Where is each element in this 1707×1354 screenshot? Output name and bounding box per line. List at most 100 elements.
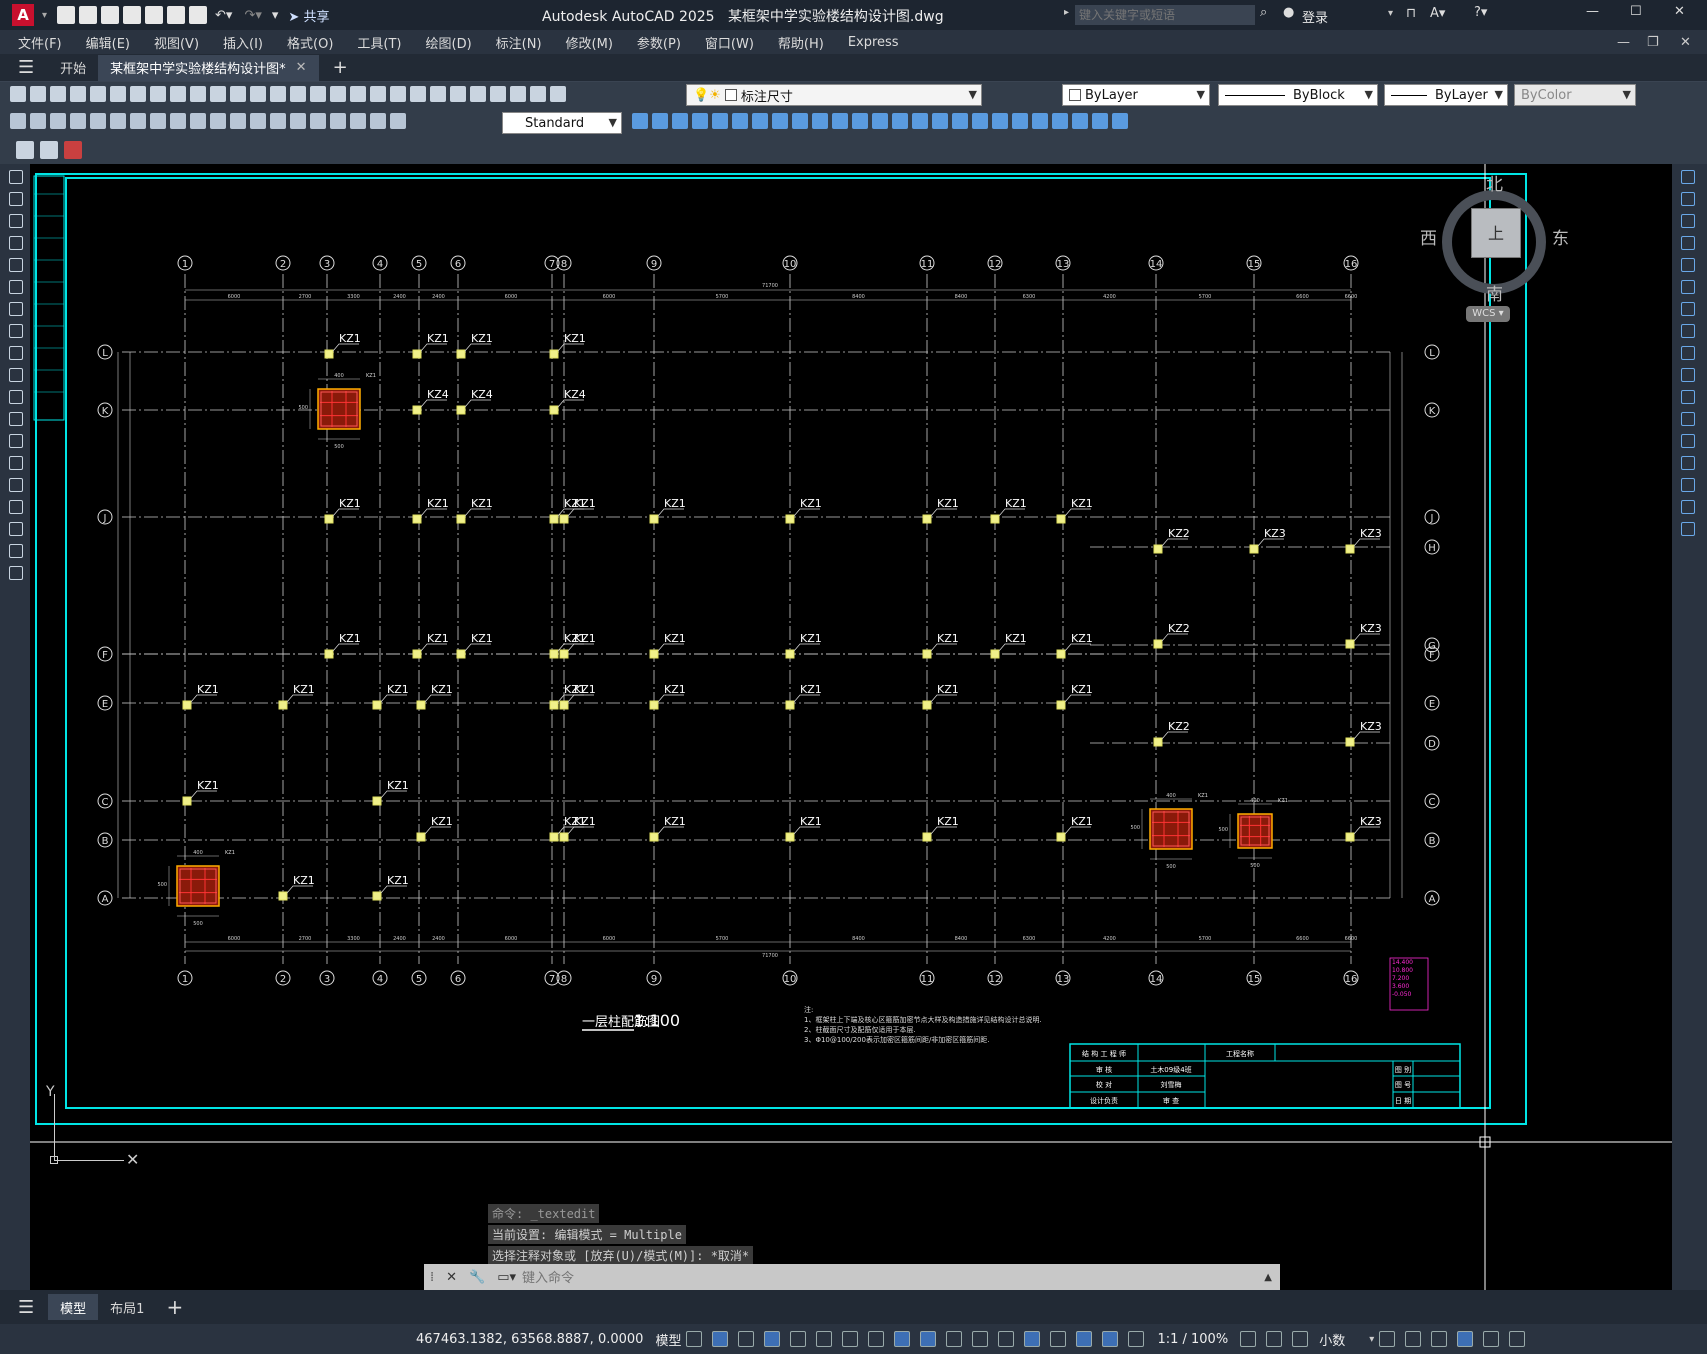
undo-icon[interactable]: ↶▾ <box>215 8 232 23</box>
join-icon[interactable] <box>892 113 908 129</box>
draw-tool-18-icon[interactable] <box>9 566 23 580</box>
undo-icon[interactable] <box>250 86 266 102</box>
draw-tool-3-icon[interactable] <box>9 236 23 250</box>
tab-start[interactable]: 开始 <box>48 55 98 81</box>
menu-view[interactable]: 视图(V) <box>142 33 211 52</box>
drawing-canvas[interactable]: L L K K J J H G F F E E D C C B B A A 1 1 2 2 3 3 4 4 5 5 6 6 7 7 8 8 9 9 10 1… <box>30 164 1672 1290</box>
draworder-icon[interactable] <box>1032 113 1048 129</box>
workspace-gear-icon[interactable] <box>1240 1331 1257 1347</box>
object-snap-icon[interactable] <box>894 1331 911 1347</box>
print-3d-icon[interactable] <box>130 86 146 102</box>
quick-dim-icon[interactable] <box>170 113 186 129</box>
cut-icon[interactable] <box>150 86 166 102</box>
viewcube[interactable]: 上 北 南 西 东 WCS ▾ <box>1420 170 1570 322</box>
move-icon[interactable] <box>732 113 748 129</box>
fillet-icon[interactable] <box>932 113 948 129</box>
grid-icon[interactable] <box>686 1331 703 1347</box>
menu-window[interactable]: 窗口(W) <box>693 33 766 52</box>
modify-tool-7-icon[interactable] <box>1681 324 1695 338</box>
jogged-linear-icon[interactable] <box>330 113 346 129</box>
linetype-dropdown[interactable]: ByBlock ▼ <box>1218 84 1378 106</box>
units-icon[interactable] <box>1292 1331 1309 1347</box>
menu-parametric[interactable]: 参数(P) <box>625 33 693 52</box>
auto-scale-icon[interactable] <box>1128 1331 1145 1347</box>
drawing-svg[interactable]: L LK KJ JHGF FE EDC CB BA A112233445566778899101… <box>30 164 1672 1290</box>
block-editor-icon[interactable] <box>230 86 246 102</box>
object-snap-tracking-icon[interactable] <box>868 1331 885 1347</box>
text-style-dropdown[interactable]: Standard ▼ <box>502 112 622 134</box>
command-grip-icon[interactable]: ⁞ <box>430 1270 434 1285</box>
doc-close-button[interactable]: ✕ <box>1680 35 1691 50</box>
make-current-icon[interactable] <box>550 86 566 102</box>
break-point-icon[interactable] <box>852 113 868 129</box>
diameter-icon[interactable] <box>130 113 146 129</box>
viewcube-east[interactable]: 东 <box>1552 224 1569 249</box>
ungroup-icon[interactable] <box>1012 113 1028 129</box>
gradient-icon[interactable] <box>1112 113 1128 129</box>
modify-tool-2-icon[interactable] <box>1681 214 1695 228</box>
tab-layout1[interactable]: 布局1 <box>98 1294 156 1320</box>
doc-minimize-button[interactable]: — <box>1617 35 1630 50</box>
publish-icon[interactable] <box>110 86 126 102</box>
doc-restore-button[interactable]: ❐ <box>1647 35 1659 50</box>
dynamic-ucs-icon[interactable] <box>1024 1331 1041 1347</box>
modify-tool-16-icon[interactable] <box>1681 522 1695 536</box>
isolate-objects-icon[interactable] <box>1431 1331 1448 1347</box>
help-icon[interactable]: ?▾ <box>1474 5 1487 20</box>
pan-icon[interactable] <box>290 86 306 102</box>
viewcube-west[interactable]: 西 <box>1420 224 1437 249</box>
polar-icon[interactable] <box>816 1331 833 1347</box>
send-back-icon[interactable] <box>1072 113 1088 129</box>
autocad-logo[interactable]: A <box>12 4 34 26</box>
redo-icon[interactable] <box>270 86 286 102</box>
tool-palettes-icon[interactable] <box>410 86 426 102</box>
search-input[interactable] <box>1075 5 1255 25</box>
modify-tool-13-icon[interactable] <box>1681 456 1695 470</box>
modify-tool-10-icon[interactable] <box>1681 390 1695 404</box>
draw-tool-11-icon[interactable] <box>9 412 23 426</box>
close-tab-icon[interactable]: ✕ <box>296 60 307 75</box>
new-tab-button[interactable]: + <box>333 57 348 78</box>
sheet-set-icon[interactable] <box>430 86 446 102</box>
menu-express[interactable]: Express <box>836 35 911 50</box>
center-mark-icon[interactable] <box>290 113 306 129</box>
draw-tool-4-icon[interactable] <box>9 258 23 272</box>
dynamic-input-icon[interactable] <box>764 1331 781 1347</box>
zoom-realtime-icon[interactable] <box>310 86 326 102</box>
graphics-performance-icon[interactable] <box>1457 1331 1474 1347</box>
add-layout-button[interactable]: + <box>166 1295 183 1319</box>
preview-icon[interactable] <box>90 86 106 102</box>
qnew-icon[interactable] <box>10 86 26 102</box>
user-icon[interactable]: ● <box>1283 5 1294 20</box>
mirror-icon[interactable] <box>672 113 688 129</box>
redo-icon[interactable]: ↷▾ <box>244 8 261 23</box>
modify-tool-12-icon[interactable] <box>1681 434 1695 448</box>
model-space-toggle[interactable]: 模型 <box>655 1330 681 1349</box>
menu-format[interactable]: 格式(O) <box>275 33 345 52</box>
draw-tool-10-icon[interactable] <box>9 390 23 404</box>
save-as-icon[interactable] <box>123 6 142 24</box>
draw-tool-1-icon[interactable] <box>9 192 23 206</box>
modify-tool-15-icon[interactable] <box>1681 500 1695 514</box>
properties-icon[interactable] <box>370 86 386 102</box>
viewcube-top-face[interactable]: 上 <box>1471 208 1521 258</box>
new-file-icon[interactable] <box>57 6 76 24</box>
draw-tool-5-icon[interactable] <box>9 280 23 294</box>
modify-tool-3-icon[interactable] <box>1681 236 1695 250</box>
modify-tool-11-icon[interactable] <box>1681 412 1695 426</box>
close-command-icon[interactable]: ✕ <box>446 1270 457 1285</box>
layer-props-icon[interactable] <box>64 141 82 159</box>
markup-icon[interactable] <box>450 86 466 102</box>
login-link[interactable]: 登录 <box>1302 7 1328 26</box>
annotation-monitor-icon[interactable] <box>1266 1331 1283 1347</box>
break-icon[interactable] <box>250 113 266 129</box>
draw-tool-16-icon[interactable] <box>9 522 23 536</box>
close-button[interactable]: ✕ <box>1674 4 1685 19</box>
aligned-dim-icon[interactable] <box>30 113 46 129</box>
hatch-icon[interactable] <box>1092 113 1108 129</box>
array-icon[interactable] <box>712 113 728 129</box>
menu-edit[interactable]: 编辑(E) <box>74 33 142 52</box>
open-icon[interactable] <box>30 86 46 102</box>
dim-edit-icon[interactable] <box>350 113 366 129</box>
login-dropdown-icon[interactable]: ▾ <box>1388 8 1393 19</box>
